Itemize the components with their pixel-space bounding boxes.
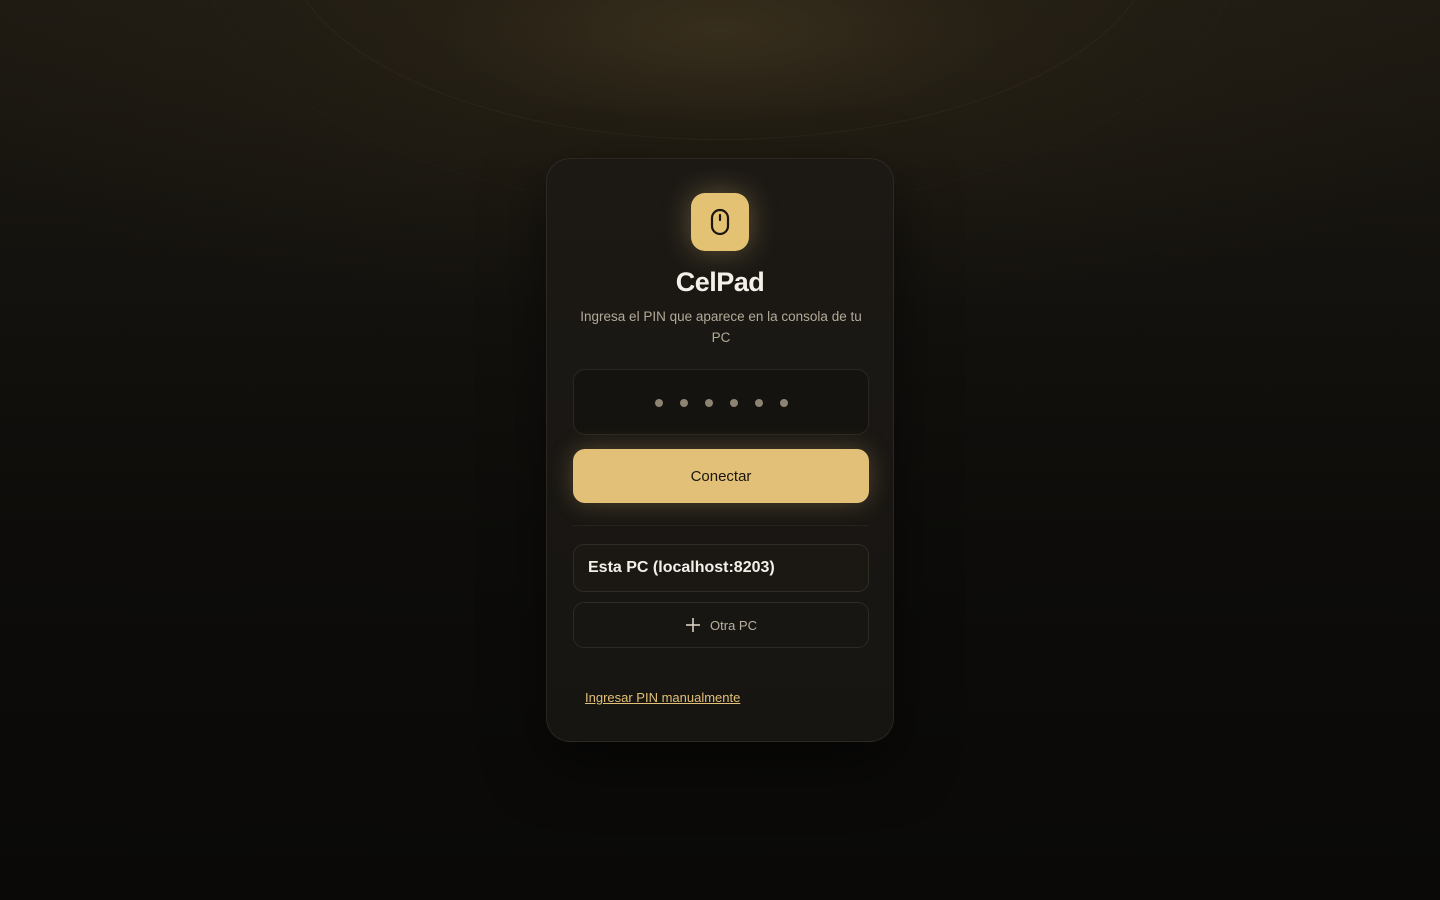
app-title: CelPad	[675, 267, 765, 297]
pc-item-label: Esta PC (localhost:8203)	[588, 559, 775, 576]
other-pc-label: Otra PC	[710, 617, 757, 633]
pin-dot	[779, 399, 788, 407]
connect-button[interactable]: Conectar	[573, 449, 869, 503]
pin-input[interactable]	[573, 369, 869, 435]
login-card: CelPad Ingresa el PIN que aparece en la …	[546, 158, 894, 742]
pc-list-item[interactable]: Esta PC (localhost:8203)	[573, 544, 869, 592]
pin-dot	[654, 399, 663, 407]
pin-dot	[704, 399, 713, 407]
divider	[573, 525, 869, 526]
app-subtitle: Ingresa el PIN que aparece en la consola…	[580, 309, 862, 345]
plus-icon	[686, 618, 701, 632]
add-other-pc-button[interactable]: Otra PC	[573, 602, 869, 648]
pin-dot	[729, 399, 738, 407]
pin-dot	[679, 399, 688, 407]
pin-dot	[754, 399, 763, 407]
app-logo	[691, 193, 749, 251]
mouse-icon	[710, 208, 730, 236]
manual-pin-link[interactable]: Ingresar PIN manualmente	[585, 690, 740, 705]
